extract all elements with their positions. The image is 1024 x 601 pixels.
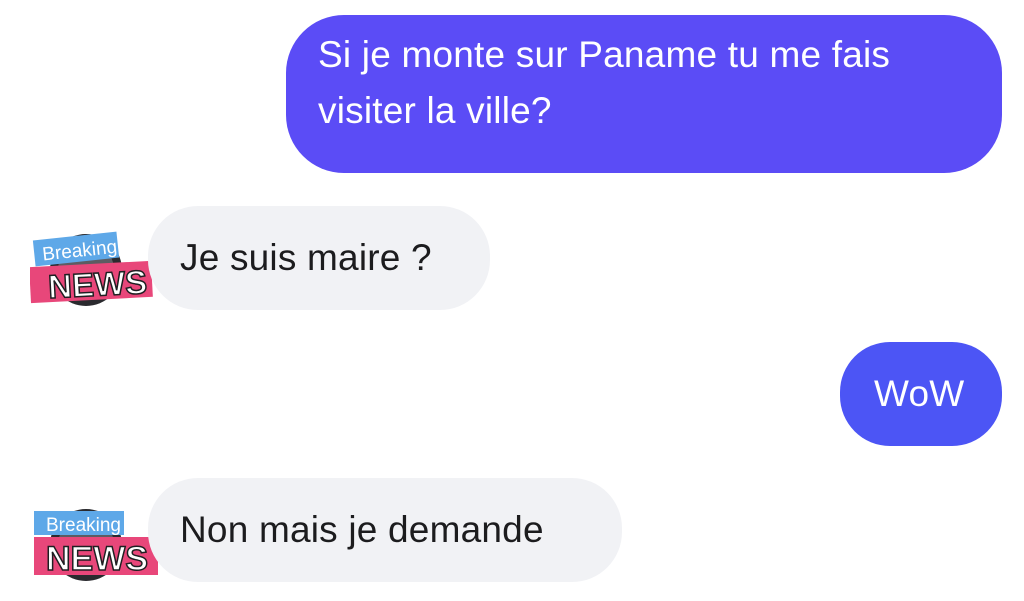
avatar-text-top: Breaking — [46, 515, 121, 536]
sent-message-bubble[interactable]: WoW — [840, 342, 1002, 446]
contact-avatar[interactable]: Breaking NEWS — [30, 503, 160, 583]
received-message-bubble[interactable]: Je suis maire ? — [148, 206, 490, 310]
message-text: Je suis maire ? — [180, 237, 432, 278]
breaking-news-logo-icon: Breaking NEWS — [34, 509, 158, 581]
avatar-text-bottom: NEWS — [46, 540, 148, 578]
breaking-news-logo-icon: Breaking NEWS — [29, 231, 153, 306]
received-message-bubble[interactable]: Non mais je demande — [148, 478, 622, 582]
contact-avatar[interactable]: Breaking NEWS — [29, 228, 160, 308]
avatar-text-bottom: NEWS — [47, 263, 148, 305]
sent-message-bubble[interactable]: Si je monte sur Paname tu me fais visite… — [286, 15, 1002, 173]
message-text: Si je monte sur Paname tu me fais visite… — [318, 34, 891, 131]
message-text: Non mais je demande — [180, 509, 544, 550]
message-text: WoW — [874, 373, 965, 414]
